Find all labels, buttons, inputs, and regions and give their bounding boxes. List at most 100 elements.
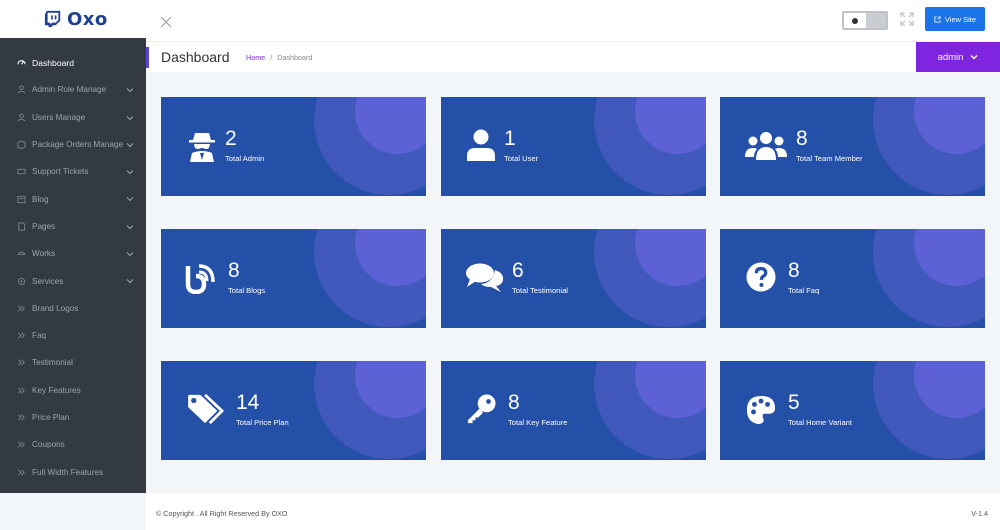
sidebar-item-users-manage[interactable]: Users Manage	[0, 104, 146, 131]
sidebar: Oxo Dashboard Admin Role Manage Users Ma…	[0, 0, 146, 493]
card-total-key-feature[interactable]: 8 Total Key Feature	[441, 361, 706, 460]
sidebar-item-dashboard[interactable]: Dashboard	[0, 49, 146, 77]
users-icon	[745, 130, 787, 162]
sidebar-item-works[interactable]: Works	[0, 240, 146, 267]
sidebar-item-label: Package Orders Manage	[32, 140, 124, 150]
sidebar-item-pages[interactable]: Pages	[0, 213, 146, 240]
pages-icon	[17, 222, 26, 231]
logo[interactable]: Oxo	[0, 0, 146, 38]
user-icon	[17, 113, 26, 122]
view-site-button[interactable]: View Site	[925, 7, 985, 31]
card-total-user[interactable]: 1 Total User	[441, 97, 706, 196]
sidebar-item-key-features[interactable]: Key Features	[0, 377, 146, 404]
sidebar-item-support-tickets[interactable]: Support Tickets	[0, 158, 146, 185]
card-count: 1	[504, 127, 516, 150]
double-chevron-icon	[17, 331, 26, 340]
sidebar-item-label: Blog	[32, 194, 49, 204]
user-icon	[466, 129, 496, 161]
breadcrumb-home-link[interactable]: Home	[246, 53, 265, 62]
sidebar-item-label: Admin Role Manage	[32, 85, 107, 95]
chevron-down-icon	[126, 115, 134, 120]
card-label: Total Blogs	[228, 286, 266, 295]
ticket-icon	[17, 167, 26, 176]
sidebar-item-label: Faq	[32, 331, 47, 341]
card-label: Total Admin	[225, 154, 265, 163]
admin-menu-button[interactable]: admin	[916, 42, 1000, 72]
card-label: Total Faq	[788, 286, 820, 295]
chevron-down-icon	[126, 88, 134, 93]
card-total-blogs[interactable]: 8 Total Blogs	[161, 229, 426, 328]
fullscreen-icon[interactable]	[900, 12, 914, 26]
card-label: Total Testimonial	[512, 286, 568, 295]
card-label: Total Team Member	[796, 154, 863, 163]
toggle-knob	[844, 13, 866, 28]
breadcrumb: Home / Dashboard	[246, 53, 312, 62]
blog-icon	[185, 262, 215, 295]
chevron-down-icon	[126, 252, 134, 257]
toggle-dot	[852, 17, 858, 24]
sidebar-item-price-plan[interactable]: Price Plan	[0, 404, 146, 431]
double-chevron-icon	[17, 358, 26, 367]
sidebar-item-label: Works	[32, 249, 56, 259]
comments-icon	[465, 262, 505, 294]
breadcrumb-separator: /	[270, 53, 273, 62]
close-icon[interactable]	[160, 16, 172, 28]
sidebar-item-coupons[interactable]: Coupons	[0, 431, 146, 458]
page-title-bar: Dashboard Home / Dashboard admin	[146, 42, 1000, 72]
breadcrumb-current: Dashboard	[277, 53, 313, 62]
card-count: 8	[228, 259, 240, 282]
double-chevron-icon	[17, 468, 26, 477]
copyright-text: © Copyright . All Right Reserved By OXO	[156, 509, 288, 518]
chevron-down-icon	[126, 170, 134, 175]
card-count: 14	[236, 391, 260, 414]
sidebar-item-label: Coupons	[32, 440, 65, 450]
page-title: Dashboard	[161, 49, 230, 65]
sidebar-item-label: Support Tickets	[32, 167, 89, 177]
sidebar-item-faq[interactable]: Faq	[0, 322, 146, 349]
card-count: 8	[508, 391, 520, 414]
chevron-down-icon	[126, 224, 134, 229]
card-total-admin[interactable]: 2 Total Admin	[161, 97, 426, 196]
sidebar-item-full-width-features[interactable]: Full Width Features	[0, 458, 146, 485]
sidebar-item-testimonial[interactable]: Testimonial	[0, 349, 146, 376]
user-shield-icon	[17, 85, 26, 94]
card-count: 5	[788, 391, 800, 414]
theme-toggle[interactable]	[842, 11, 888, 30]
sidebar-item-blog[interactable]: Blog	[0, 185, 146, 212]
double-chevron-icon	[17, 304, 26, 313]
sidebar-item-services[interactable]: Services	[0, 267, 146, 294]
card-label: Total Price Plan	[236, 418, 289, 427]
double-chevron-icon	[17, 440, 26, 449]
sidebar-item-label: Pages	[32, 221, 56, 231]
card-total-team-member[interactable]: 8 Total Team Member	[720, 97, 985, 196]
sidebar-item-package-orders-manage[interactable]: Package Orders Manage	[0, 131, 146, 158]
sidebar-item-label: Key Features	[32, 385, 81, 395]
sidebar-item-label: Users Manage	[32, 112, 86, 122]
toggle-track	[866, 13, 886, 28]
version-text: V-1.4	[971, 509, 988, 518]
card-total-home-variant[interactable]: 5 Total Home Variant	[720, 361, 985, 460]
sidebar-item-brand-logos[interactable]: Brand Logos	[0, 295, 146, 322]
card-total-price-plan[interactable]: 14 Total Price Plan	[161, 361, 426, 460]
sidebar-item-label: Services	[32, 276, 64, 286]
chevron-down-icon	[126, 197, 134, 202]
gauge-icon	[17, 58, 26, 67]
services-icon	[17, 277, 26, 286]
card-label: Total Key Feature	[508, 418, 568, 427]
sidebar-item-label: Dashboard	[32, 57, 75, 68]
palette-icon	[746, 394, 776, 426]
card-total-faq[interactable]: 8 Total Faq	[720, 229, 985, 328]
brand-name: Oxo	[67, 8, 108, 30]
double-chevron-icon	[17, 413, 26, 422]
box-icon	[17, 140, 26, 150]
sidebar-item-label: Brand Logos	[32, 303, 79, 313]
sidebar-item-admin-role-manage[interactable]: Admin Role Manage	[0, 76, 146, 103]
card-count: 8	[788, 259, 800, 282]
card-label: Total User	[504, 154, 539, 163]
blog-icon	[17, 195, 26, 204]
chevron-down-icon	[126, 279, 134, 284]
sidebar-item-label: Testimonial	[32, 358, 73, 368]
card-total-testimonial[interactable]: 6 Total Testimonial	[441, 229, 706, 328]
tags-icon	[185, 393, 227, 425]
question-circle-icon	[746, 261, 776, 293]
